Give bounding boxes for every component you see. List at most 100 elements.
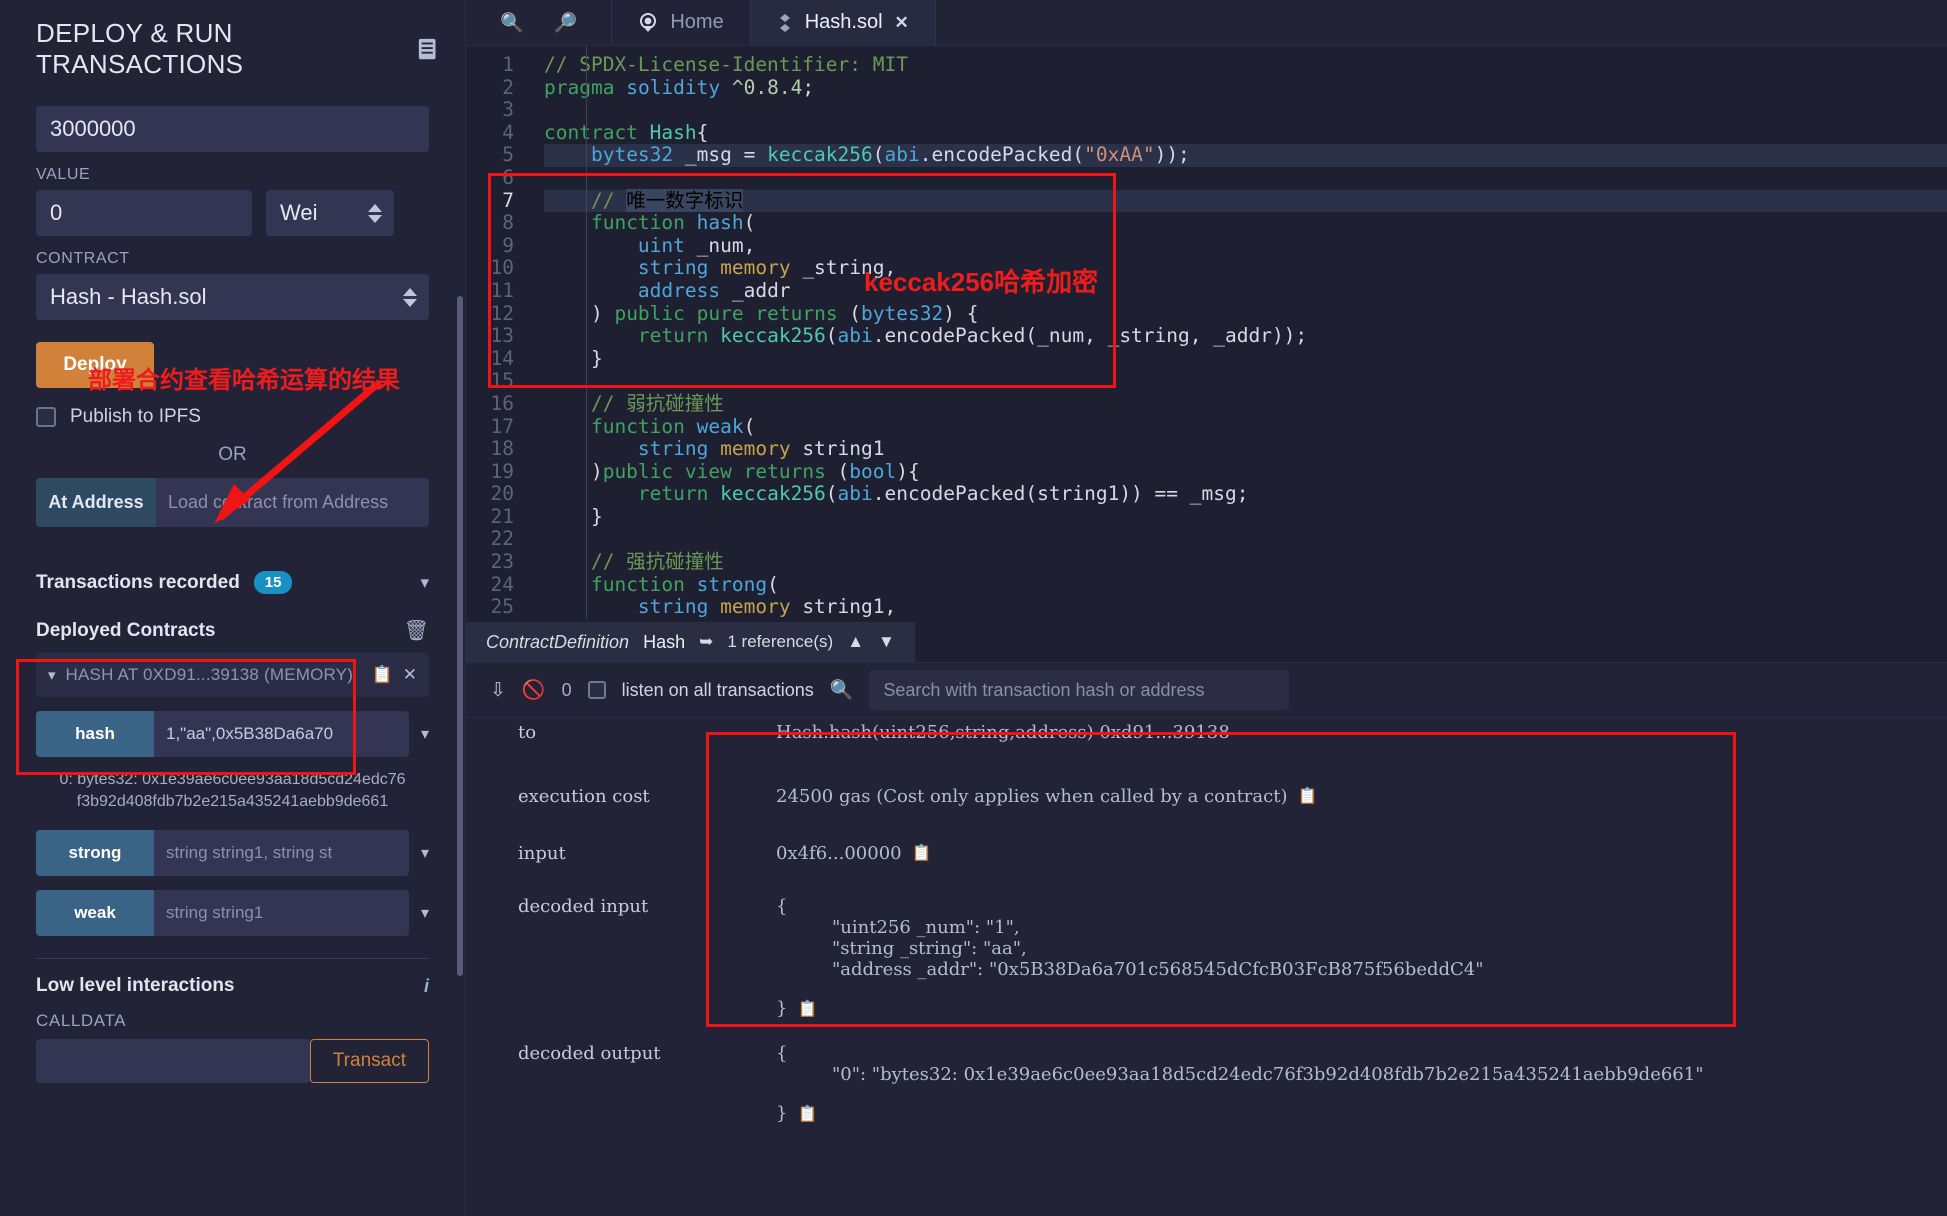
code-line[interactable]: function weak( — [544, 415, 1947, 439]
code-line[interactable]: } — [544, 505, 1947, 529]
code-line[interactable]: // SPDX-License-Identifier: MIT — [544, 53, 1947, 77]
code-lines[interactable]: // SPDX-License-Identifier: MIT pragma so… — [528, 46, 1947, 619]
function-args-hash[interactable]: 1,"aa",0x5B38Da6a70 — [154, 711, 409, 757]
decoded-output-open: { — [776, 1043, 788, 1064]
code-line[interactable] — [544, 370, 1947, 393]
pending-count: 0 — [561, 679, 572, 700]
line-number: 1 — [502, 53, 514, 76]
zoom-out-icon[interactable]: 🔍 — [500, 11, 524, 35]
line-number: 21 — [490, 504, 514, 528]
at-address-input[interactable]: Load contract from Address — [156, 478, 429, 527]
code-line[interactable]: string memory string1, — [544, 595, 1947, 619]
line-number: 5 — [502, 143, 514, 167]
line-number: 14 — [490, 346, 514, 370]
info-icon[interactable]: i — [424, 976, 429, 997]
value-label: VALUE — [36, 166, 91, 183]
context-name: Hash — [643, 631, 686, 652]
chevron-down-icon[interactable]: ▾ — [48, 666, 56, 684]
copy-icon[interactable]: 📋 — [797, 1104, 817, 1123]
code-line[interactable] — [544, 99, 1947, 122]
deploy-run-panel: DEPLOY & RUN TRANSACTIONS VALUE Wei CONT… — [0, 0, 466, 1216]
function-button-strong[interactable]: strong — [36, 830, 154, 877]
value-input[interactable] — [36, 190, 252, 236]
chevron-down-icon[interactable]: ▼ — [878, 632, 895, 652]
value-unit-select[interactable]: Wei — [266, 190, 394, 236]
line-number: 8 — [502, 211, 514, 235]
context-references: 1 reference(s) — [727, 632, 834, 651]
line-number: 24 — [490, 572, 514, 596]
publish-ipfs-row[interactable]: Publish to IPFS — [36, 406, 429, 428]
code-line[interactable]: function hash( — [544, 211, 1947, 235]
code-line[interactable]: // 弱抗碰撞性 — [544, 392, 1947, 416]
function-button-weak[interactable]: weak — [36, 890, 154, 937]
calldata-label: CALLDATA — [36, 1011, 127, 1031]
calldata-input[interactable] — [36, 1039, 310, 1084]
code-line[interactable]: contract Hash{ — [544, 121, 1947, 145]
listen-all-checkbox[interactable] — [587, 681, 606, 699]
code-line[interactable]: string memory string1 — [544, 437, 1947, 461]
transact-button[interactable]: Transact — [309, 1039, 429, 1084]
publish-ipfs-checkbox[interactable] — [36, 407, 56, 427]
code-line[interactable]: string memory _string, — [544, 257, 1947, 280]
editor-and-terminal: 🔍 🔎 Home Hash.sol ✕ 1 2 3 4 5 6 7 8 9 10… — [466, 0, 1947, 1216]
deployed-contract-header[interactable]: ▾ HASH AT 0XD91...39138 (MEMORY) 📋 ✕ — [36, 653, 429, 697]
panel-body: VALUE Wei CONTRACT Hash - Hash.sol Deplo… — [0, 106, 465, 1084]
panel-header: DEPLOY & RUN TRANSACTIONS — [0, 0, 465, 80]
code-line[interactable] — [544, 528, 1947, 551]
document-icon[interactable] — [417, 37, 437, 61]
at-address-button[interactable]: At Address — [36, 478, 156, 527]
deployed-contract-card: ▾ HASH AT 0XD91...39138 (MEMORY) 📋 ✕ has… — [36, 653, 429, 937]
value-unit-label: Wei — [280, 200, 318, 225]
line-number: 22 — [490, 527, 514, 551]
code-editor[interactable]: 1 2 3 4 5 6 7 8 9 10 11 12 13 14 15 16 17 18 19 20 21 22 23 24 2… — [466, 46, 1947, 662]
low-level-interactions-row: Low level interactions i — [36, 975, 429, 997]
transactions-recorded-row[interactable]: Transactions recorded 15 ▾ — [36, 571, 429, 594]
line-number: 17 — [490, 414, 514, 438]
tab-hash-sol-label: Hash.sol — [804, 11, 883, 33]
function-args-strong[interactable]: string string1, string st — [154, 830, 409, 877]
contract-select[interactable]: Hash - Hash.sol — [36, 274, 429, 320]
gas-limit-input[interactable] — [36, 106, 429, 152]
zoom-in-icon[interactable]: 🔎 — [554, 11, 578, 35]
code-line[interactable]: uint _num, — [544, 234, 1947, 258]
code-line[interactable]: function strong( — [544, 573, 1947, 597]
no-entry-icon[interactable]: 🚫 — [522, 678, 546, 702]
terminal-output[interactable]: to Hash.hash(uint256,string,address) 0xd… — [466, 718, 1947, 1216]
chevron-down-icon[interactable]: ▾ — [409, 903, 429, 923]
code-line[interactable]: ) public pure returns (bytes32) { — [544, 302, 1947, 326]
line-number: 11 — [490, 278, 514, 302]
left-panel-scrollbar[interactable] — [457, 296, 463, 976]
tab-hash-sol[interactable]: Hash.sol ✕ — [750, 0, 936, 45]
terminal-search-input[interactable]: Search with transaction hash or address — [869, 670, 1290, 710]
function-button-hash[interactable]: hash — [36, 711, 154, 757]
at-address-row: At Address Load contract from Address — [36, 478, 429, 527]
function-args-weak[interactable]: string string1 — [154, 890, 409, 937]
close-icon[interactable]: ✕ — [895, 13, 909, 33]
code-line[interactable]: // 唯一数字标识 — [544, 188, 1947, 213]
tab-home[interactable]: Home — [612, 0, 751, 45]
code-line[interactable]: return keccak256(abi.encodePacked(_num, … — [544, 324, 1947, 348]
line-number: 13 — [490, 324, 514, 348]
code-line[interactable]: // 强抗碰撞性 — [544, 550, 1947, 574]
indent-guide — [586, 46, 587, 619]
chevron-down-icon[interactable]: ▾ — [409, 724, 429, 744]
line-number: 10 — [490, 256, 514, 280]
trash-icon[interactable]: 🗑 — [404, 618, 429, 643]
double-chevron-down-icon[interactable]: ⇩ — [490, 679, 506, 702]
code-line[interactable]: pragma solidity ^0.8.4; — [544, 76, 1947, 100]
code-line[interactable]: bytes32 _msg = keccak256(abi.encodePacke… — [544, 144, 1947, 167]
line-number: 2 — [502, 75, 514, 99]
line-number: 3 — [502, 98, 514, 122]
close-icon[interactable]: ✕ — [403, 665, 417, 685]
search-icon[interactable]: 🔍 — [830, 678, 854, 702]
jump-to-icon[interactable]: ➥ — [699, 632, 713, 652]
chevron-up-icon[interactable]: ▲ — [847, 632, 864, 652]
code-line[interactable]: } — [544, 347, 1947, 371]
code-line[interactable]: return keccak256(abi.encodePacked(string… — [544, 482, 1947, 506]
chevron-down-icon[interactable]: ▾ — [409, 843, 429, 863]
copy-icon[interactable]: 📋 — [372, 665, 393, 685]
code-line[interactable] — [544, 167, 1947, 190]
code-line[interactable]: address _addr — [544, 279, 1947, 303]
code-line[interactable]: )public view returns (bool){ — [544, 460, 1947, 484]
chevron-down-icon[interactable]: ▾ — [420, 573, 429, 593]
